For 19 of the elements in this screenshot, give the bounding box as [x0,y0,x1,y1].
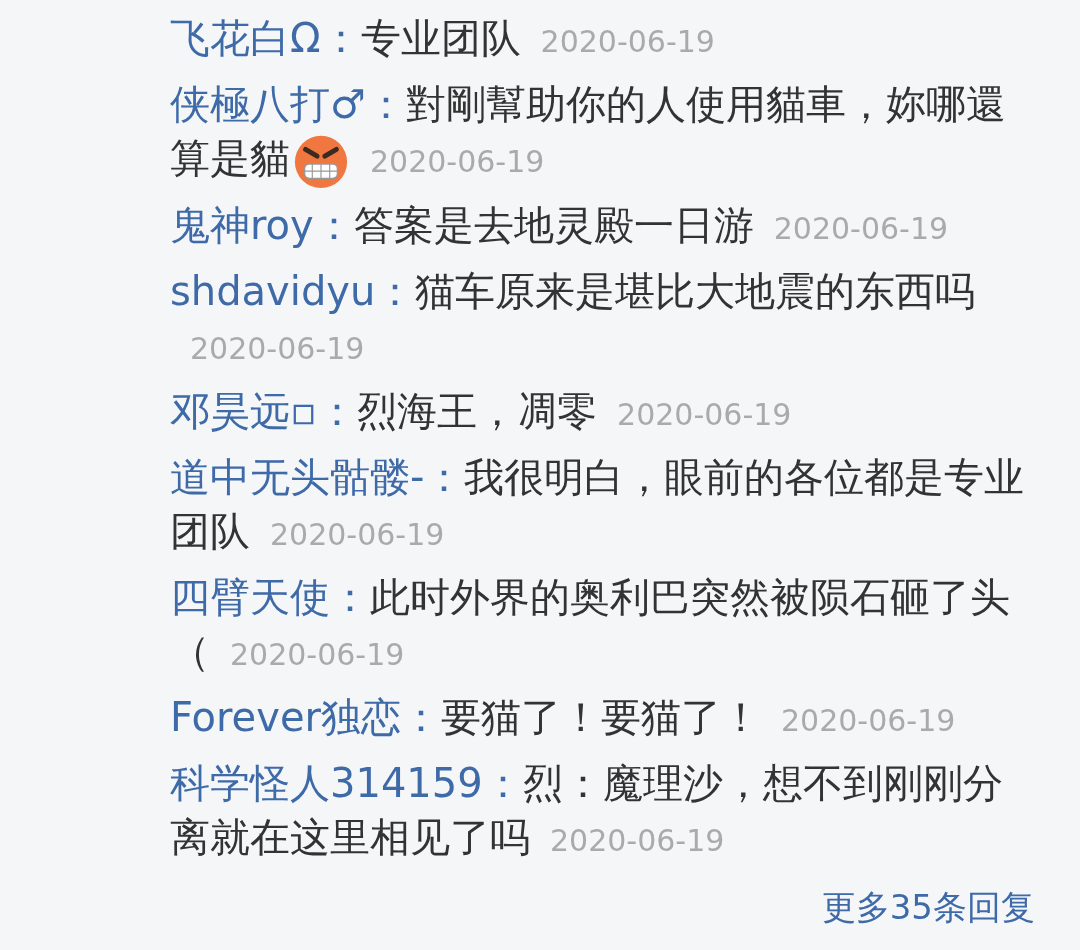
reply-text: 邓昊远▫：烈海王，凋零 2020-06-19 [170,388,792,434]
username-link[interactable]: 鬼神roy： [170,202,354,248]
username-link[interactable]: Forever独恋： [170,694,441,740]
username-link[interactable]: 邓昊远▫： [170,388,358,434]
username-link[interactable]: 道中无头骷髅-： [170,454,465,500]
reply-text: Forever独恋：要猫了！要猫了！ 2020-06-19 [170,694,956,740]
reply-text: shdavidyu：猫车原来是堪比大地震的东西吗 2020-06-19 [170,268,976,368]
username-link[interactable]: shdavidyu： [170,268,416,314]
username-link[interactable]: 科学怪人314159： [170,760,523,806]
username-link[interactable]: 侠極八打♂： [170,81,406,127]
reply-text: 科学怪人314159：烈：魔理沙，想不到刚刚分离就在这里相见了吗 2020-06-19 [170,760,1003,860]
reply-text: 鬼神roy：答案是去地灵殿一日游 2020-06-19 [170,202,949,248]
reply-text: 四臂天使：此时外界的奥利巴突然被陨石砸了头（ 2020-06-19 [170,574,1010,674]
reply-text: 飞花白Ω：专业团队 2020-06-19 [170,15,715,61]
username-link[interactable]: 飞花白Ω： [170,15,361,61]
more-replies-link[interactable]: 更多35条回复 [821,882,1035,933]
username-link[interactable]: 四臂天使： [170,574,370,620]
reply-text: 道中无头骷髅-：我很明白，眼前的各位都是专业团队 2020-06-19 [170,454,1025,554]
reply-text: 侠極八打♂：對剛幫助你的人使用貓車，妳哪還算是貓 2020-06-19 [170,81,1006,181]
